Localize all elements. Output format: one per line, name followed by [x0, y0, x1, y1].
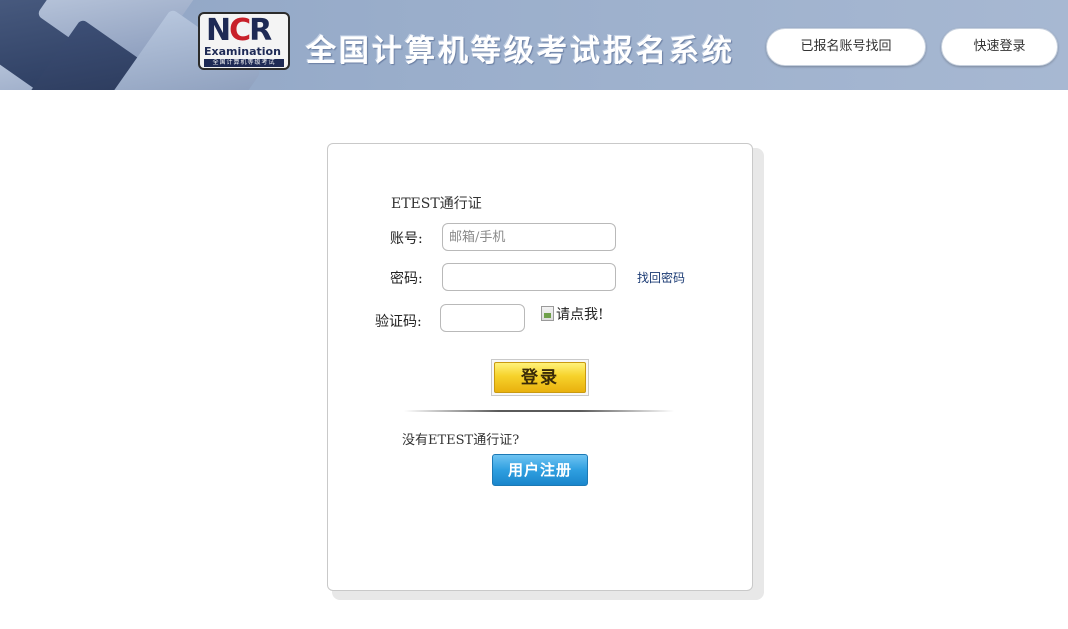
- password-input[interactable]: [442, 263, 616, 291]
- account-input[interactable]: [442, 223, 616, 251]
- captcha-image-alt: 请点我!: [556, 307, 604, 323]
- recover-account-button[interactable]: 已报名账号找回: [766, 28, 926, 66]
- register-button[interactable]: 用户注册: [492, 454, 588, 486]
- account-label: 账号:: [390, 231, 423, 247]
- divider: [404, 410, 674, 412]
- login-button-label: 登录: [494, 362, 586, 393]
- no-pass-text: 没有ETEST通行证?: [402, 433, 520, 448]
- logo-subtitle: Examination: [204, 45, 281, 58]
- captcha-label: 验证码:: [375, 314, 422, 330]
- ncr-logo: NCR Examination 全国计算机等级考试: [198, 12, 290, 70]
- quick-login-button[interactable]: 快速登录: [941, 28, 1058, 66]
- captcha-input[interactable]: [440, 304, 525, 332]
- password-label: 密码:: [390, 271, 423, 287]
- site-title: 全国计算机等级考试报名系统: [306, 34, 735, 69]
- captcha-image[interactable]: 请点我!: [541, 304, 604, 324]
- logo-mark: NCR: [206, 13, 272, 48]
- broken-image-icon: [541, 306, 554, 321]
- logo-strip: 全国计算机等级考试: [204, 59, 284, 67]
- login-button[interactable]: 登录: [491, 359, 589, 396]
- forgot-password-link[interactable]: 找回密码: [637, 269, 685, 286]
- pass-name: ETEST通行证: [391, 196, 482, 212]
- header-banner: NCR Examination 全国计算机等级考试 全国计算机等级考试报名系统 …: [0, 0, 1068, 90]
